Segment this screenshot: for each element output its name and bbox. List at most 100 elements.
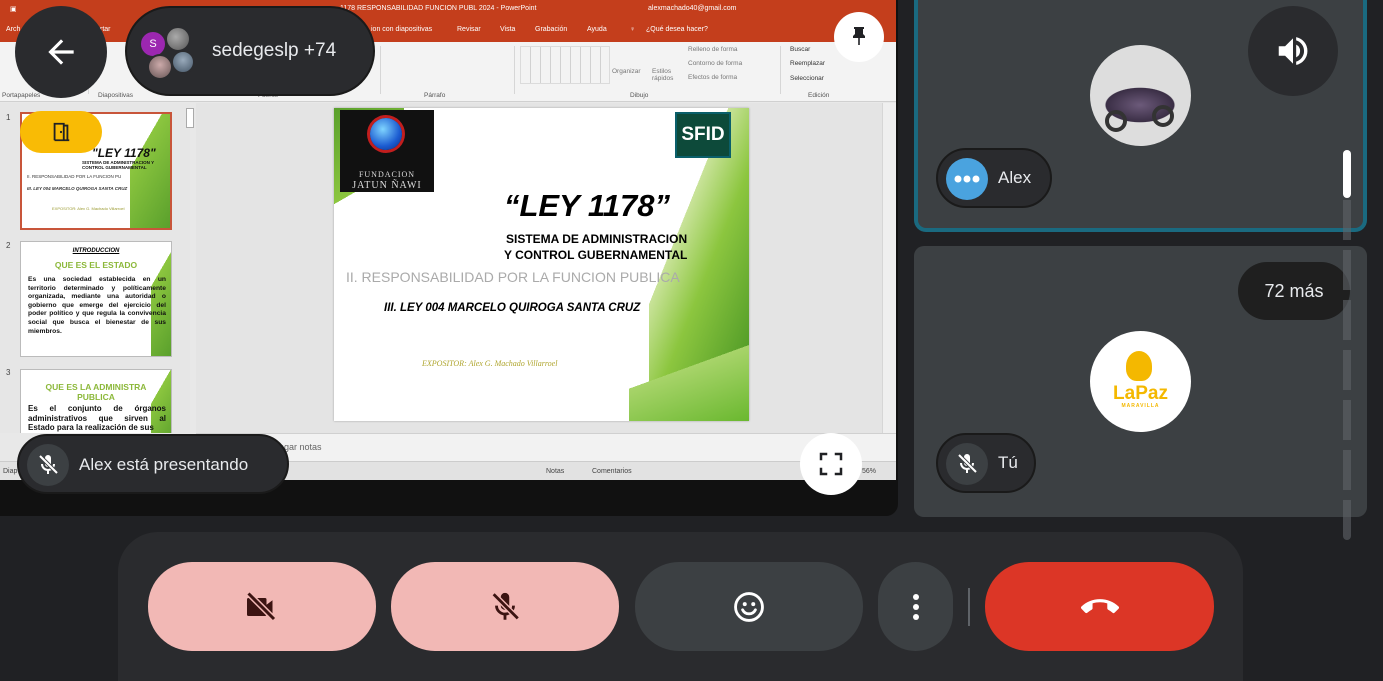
ppt-titlebar: ▣ 1178 RESPONSABILIDAD FUNCION PUBL 2024… xyxy=(0,0,896,20)
group-clipboard: Portapapeles xyxy=(2,92,41,99)
alex-name-chip: Alex xyxy=(936,148,1052,208)
menu-help[interactable]: Ayuda xyxy=(587,26,607,33)
notes-pane[interactable]: regar notas xyxy=(196,433,896,461)
slide-subtitle-1: SISTEMA DE ADMINISTRACION xyxy=(506,232,688,246)
shape-fill-button[interactable]: Relleno de forma xyxy=(688,46,738,53)
arrange-button[interactable]: Organizar xyxy=(612,68,641,75)
menu-slideshow[interactable]: ion con diapositivas xyxy=(371,26,432,33)
group-drawing: Dibujo xyxy=(630,92,649,99)
shape-outline-button[interactable]: Contorno de forma xyxy=(688,60,742,67)
thumbnail-slide-2[interactable]: INTRODUCCION QUE ES EL ESTADO Es una soc… xyxy=(20,241,172,357)
comments-button[interactable]: Comentarios xyxy=(592,468,632,475)
thumb3-body: Es el conjunto de órganos administrativo… xyxy=(28,404,166,432)
pin-icon xyxy=(853,27,865,45)
save-icon: ▣ xyxy=(10,6,17,13)
emoji-icon xyxy=(734,591,764,622)
mic-toggle-button[interactable] xyxy=(391,562,619,651)
thumbs-scrollbar[interactable] xyxy=(186,108,194,128)
mic-off-badge xyxy=(27,444,69,486)
mic-off-badge xyxy=(946,443,988,485)
thumb1-subtitle: SISTEMA DE ADMINISTRACION Y CONTROL GUBE… xyxy=(82,160,155,170)
status-slide-info: Diap xyxy=(3,468,18,475)
zoom-level[interactable]: 56% xyxy=(862,468,876,475)
more-vert-icon xyxy=(912,593,919,620)
slide-line-1: II. RESPONSABILIDAD POR LA FUNCION PUBLI… xyxy=(346,269,680,285)
find-button[interactable]: Buscar xyxy=(790,46,810,53)
thumb1-line1: II. RESPONSABILIDAD POR LA FUNCION PU xyxy=(27,174,122,179)
participants-label: sedegeslp +74 xyxy=(212,40,337,61)
select-button[interactable]: Seleccionar xyxy=(790,75,824,82)
door-icon-badge[interactable] xyxy=(20,111,102,153)
back-button[interactable] xyxy=(15,6,107,98)
lapaz-logo-figure xyxy=(1126,351,1152,381)
thumb1-line2: III. LEY 004 MARCELO QUIROGA SANTA CRUZ xyxy=(27,186,128,191)
thumb2-heading: INTRODUCCION xyxy=(72,248,120,254)
mic-off-icon xyxy=(957,453,978,474)
tiles-scroll-track[interactable] xyxy=(1343,150,1351,540)
lightbulb-icon: ♀ xyxy=(630,26,636,33)
replace-button[interactable]: Reemplazar xyxy=(790,60,825,67)
more-options-button[interactable] xyxy=(878,562,953,651)
group-editing: Edición xyxy=(808,92,830,99)
fundacion-logo: FUNDACION JATUN ÑAWI xyxy=(340,110,434,192)
fullscreen-button[interactable] xyxy=(800,433,862,495)
camera-toggle-button[interactable] xyxy=(148,562,376,651)
logo-line2: JATUN ÑAWI xyxy=(352,180,422,191)
participants-chip[interactable]: S sedegeslp +74 xyxy=(125,6,375,96)
ribbon-separator xyxy=(780,46,781,94)
sfid-logo: SFID xyxy=(675,112,731,158)
menu-recording[interactable]: Grabación xyxy=(535,26,567,33)
tell-me-search[interactable]: ¿Qué desea hacer? xyxy=(646,26,708,33)
lapaz-avatar: LaPaz MARAVILLA xyxy=(1090,331,1191,432)
motorcycle-wheel xyxy=(1152,105,1174,127)
mic-off-icon xyxy=(38,454,59,475)
quick-styles-button[interactable]: Estilos rápidos xyxy=(652,68,682,82)
slide-title: “LEY 1178” xyxy=(504,188,671,223)
presenting-label: Alex está presentando xyxy=(79,455,249,474)
fullscreen-icon xyxy=(819,452,843,476)
avatar xyxy=(171,50,195,74)
thumb3-heading: QUE ES LA ADMINISTRA PUBLICA xyxy=(45,382,147,402)
you-name-chip: Tú xyxy=(936,433,1036,493)
shapes-gallery[interactable] xyxy=(520,46,610,84)
thumb2-body: Es una sociedad establecida en un territ… xyxy=(28,276,166,335)
slide-expositor: EXPOSITOR: Alex G. Machado Villarroel xyxy=(422,359,558,368)
speaker-button[interactable] xyxy=(1248,6,1338,96)
thumb1-line3: EXPOSITOR: Alex G. Machado Villarroel xyxy=(52,206,125,211)
menu-view[interactable]: Vista xyxy=(500,26,515,33)
thumb1-title: "LEY 1178" xyxy=(92,146,156,160)
meet-app: ▣ 1178 RESPONSABILIDAD FUNCION PUBL 2024… xyxy=(0,0,1383,681)
ribbon-separator xyxy=(380,46,381,94)
mic-off-icon xyxy=(491,591,520,620)
ppt-title: 1178 RESPONSABILIDAD FUNCION PUBL 2024 -… xyxy=(340,5,537,12)
camera-off-icon xyxy=(246,590,277,621)
ribbon-separator xyxy=(514,46,515,94)
group-paragraph: Párrafo xyxy=(424,92,446,99)
thumbnail-slide-3[interactable]: QUE ES LA ADMINISTRA PUBLICA Es el conju… xyxy=(20,369,172,433)
lapaz-logo-text: LaPaz xyxy=(1113,383,1168,404)
menu-review[interactable]: Revisar xyxy=(457,26,481,33)
globe-icon xyxy=(370,118,402,150)
arrow-left-icon xyxy=(48,39,74,65)
you-name: Tú xyxy=(998,453,1018,472)
motorcycle-wheel xyxy=(1105,110,1127,132)
controls-divider xyxy=(968,588,970,626)
more-participants-chip[interactable]: 72 más xyxy=(1238,262,1350,320)
pin-button[interactable] xyxy=(834,12,884,62)
lapaz-logo-sub: MARAVILLA xyxy=(1121,403,1160,409)
current-slide: FUNDACION JATUN ÑAWI SFID “LEY 1178” SIS… xyxy=(334,108,749,421)
thumb-number: 1 xyxy=(6,113,11,122)
tiles-scroll-thumb[interactable] xyxy=(1343,150,1351,198)
thumb2-subheading: QUE ES EL ESTADO xyxy=(54,260,138,270)
shape-effects-button[interactable]: Efectos de forma xyxy=(688,74,737,81)
leave-call-button[interactable] xyxy=(985,562,1214,651)
logo-line1: FUNDACION xyxy=(358,170,416,179)
notes-button[interactable]: Notas xyxy=(546,468,564,475)
group-slides: Diapositivas xyxy=(98,92,134,99)
avatar xyxy=(165,26,191,52)
slide-thumbnails-pane: 1 "LEY 1178" SISTEMA DE ADMINISTRACION Y… xyxy=(0,103,190,433)
slide-scrollbar[interactable] xyxy=(882,103,896,433)
reactions-button[interactable] xyxy=(635,562,863,651)
thumb-decoration xyxy=(130,114,170,228)
door-icon xyxy=(53,122,70,142)
